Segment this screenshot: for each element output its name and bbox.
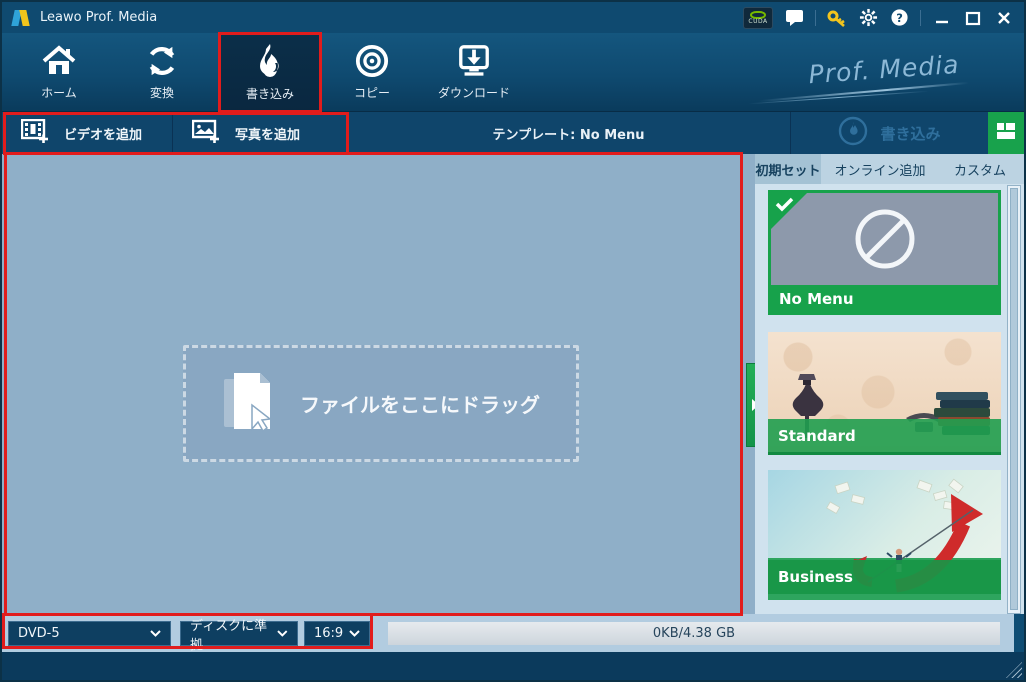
toolbar-item-label: 変換 [149, 86, 174, 100]
close-button[interactable] [994, 8, 1014, 28]
layout-grid-icon [996, 121, 1016, 145]
home-icon [41, 44, 77, 78]
burn-flame-icon [253, 43, 287, 79]
toolbar-item-burn[interactable]: 書き込み [218, 33, 322, 112]
disc-capacity-bar: 0KB/4.38 GB [388, 622, 1000, 645]
settings-gear-icon[interactable] [858, 8, 878, 28]
aspect-ratio-dropdown[interactable]: 16:9 [304, 621, 370, 646]
burn-action-label: 書き込み [880, 124, 941, 143]
toolbar-item-download[interactable]: ダウンロード [422, 33, 526, 112]
app-window: Leawo Prof. Media CUDA ? ホーム 変換 書き込み コピー… [0, 0, 1026, 682]
chevron-down-icon [277, 630, 288, 637]
cuda-badge-icon: CUDA [743, 6, 773, 29]
copy-disc-icon [354, 44, 390, 78]
chevron-down-icon [150, 630, 161, 637]
disc-type-dropdown[interactable]: DVD-5 [8, 621, 171, 646]
titlebar-separator [920, 9, 921, 26]
dropzone-hint-text: ファイルをここにドラッグ [300, 393, 540, 417]
toolbar-item-label: コピー [353, 86, 390, 100]
disc-type-value: DVD-5 [18, 626, 60, 641]
business-thumbnail: Business [768, 470, 1001, 600]
toolbar-item-home[interactable]: ホーム [7, 33, 111, 112]
download-icon [456, 44, 492, 78]
burn-action-button-disabled[interactable]: 書き込み [790, 112, 988, 154]
no-menu-thumbnail [771, 193, 998, 285]
template-card-label: No Menu [779, 289, 854, 308]
toolbar-item-convert[interactable]: 変換 [110, 33, 214, 112]
leawo-logo-icon [11, 9, 31, 27]
tab-custom[interactable]: カスタム [939, 154, 1021, 184]
svg-text:?: ? [896, 11, 903, 25]
template-card-label: Business [768, 560, 1001, 594]
media-drop-area[interactable]: ファイルをここにドラッグ [2, 154, 755, 614]
toolbar-item-label: ホーム [41, 86, 77, 100]
titlebar-separator [815, 9, 816, 26]
tab-initial-set[interactable]: 初期セット [755, 154, 821, 184]
toolbar-item-copy[interactable]: コピー [320, 33, 424, 112]
register-key-icon[interactable] [827, 8, 847, 28]
sub-toolbar: ビデオを追加 写真を追加 テンプレート: No Menu 書き込み [2, 112, 1024, 154]
resize-grip[interactable] [1006, 662, 1022, 678]
template-card-no-menu[interactable]: No Menu [768, 190, 1001, 315]
maximize-button[interactable] [963, 8, 983, 28]
template-card-label: Standard [768, 419, 1001, 455]
tab-online-add[interactable]: オンライン追加 [821, 154, 939, 184]
template-card-standard[interactable]: Standard [768, 332, 1001, 455]
chevron-down-icon [349, 630, 360, 637]
standard-thumbnail: Standard [768, 332, 1001, 455]
help-icon[interactable]: ? [889, 8, 909, 28]
disc-capacity-text: 0KB/4.38 GB [652, 626, 736, 641]
toolbar-item-label: ダウンロード [437, 86, 510, 100]
convert-refresh-icon [144, 44, 180, 78]
file-dropzone[interactable]: ファイルをここにドラッグ [183, 345, 579, 462]
add-video-icon [20, 118, 49, 147]
no-menu-prohibition-icon [855, 209, 914, 269]
template-status-label: テンプレート: No Menu [492, 127, 645, 143]
minimize-button[interactable] [932, 8, 952, 28]
drag-file-icon [222, 371, 280, 437]
main-toolbar: ホーム 変換 書き込み コピー ダウンロード Prof. Media [2, 33, 1024, 112]
feedback-icon[interactable] [784, 8, 804, 28]
add-photo-label: 写真を追加 [235, 127, 301, 143]
quality-fit-dropdown[interactable]: ディスクに準拠 [180, 619, 298, 653]
toolbar-item-label: 書き込み [245, 87, 294, 101]
titlebar-actions: CUDA ? [743, 6, 1024, 29]
add-video-label: ビデオを追加 [64, 127, 143, 143]
bottom-settings-bar: DVD-5 ディスクに準拠 16:9 0KB/4.38 GB [2, 614, 1014, 653]
quality-fit-value: ディスクに準拠 [190, 618, 268, 653]
brand-script-logo: Prof. Media [807, 49, 961, 90]
template-card-business[interactable]: Business [768, 470, 1001, 600]
title-bar: Leawo Prof. Media CUDA ? [2, 2, 1024, 33]
add-photo-button[interactable]: 写真を追加 [173, 112, 347, 154]
burn-circle-flame-icon [838, 116, 868, 150]
panel-layout-toggle-button[interactable] [988, 112, 1024, 154]
window-title: Leawo Prof. Media [40, 10, 158, 25]
add-video-button[interactable]: ビデオを追加 [2, 112, 173, 154]
template-tabs: 初期セット オンライン追加 カスタム [755, 154, 1024, 184]
selected-check-icon [771, 193, 807, 233]
scrollbar-thumb[interactable] [1010, 188, 1018, 610]
add-photo-icon [191, 119, 220, 147]
sidebar-scrollbar[interactable] [1007, 185, 1021, 614]
template-sidebar: 初期セット オンライン追加 カスタム No Menu Standard Busi… [755, 154, 1024, 614]
status-strip [2, 652, 1024, 680]
aspect-ratio-value: 16:9 [314, 626, 344, 641]
